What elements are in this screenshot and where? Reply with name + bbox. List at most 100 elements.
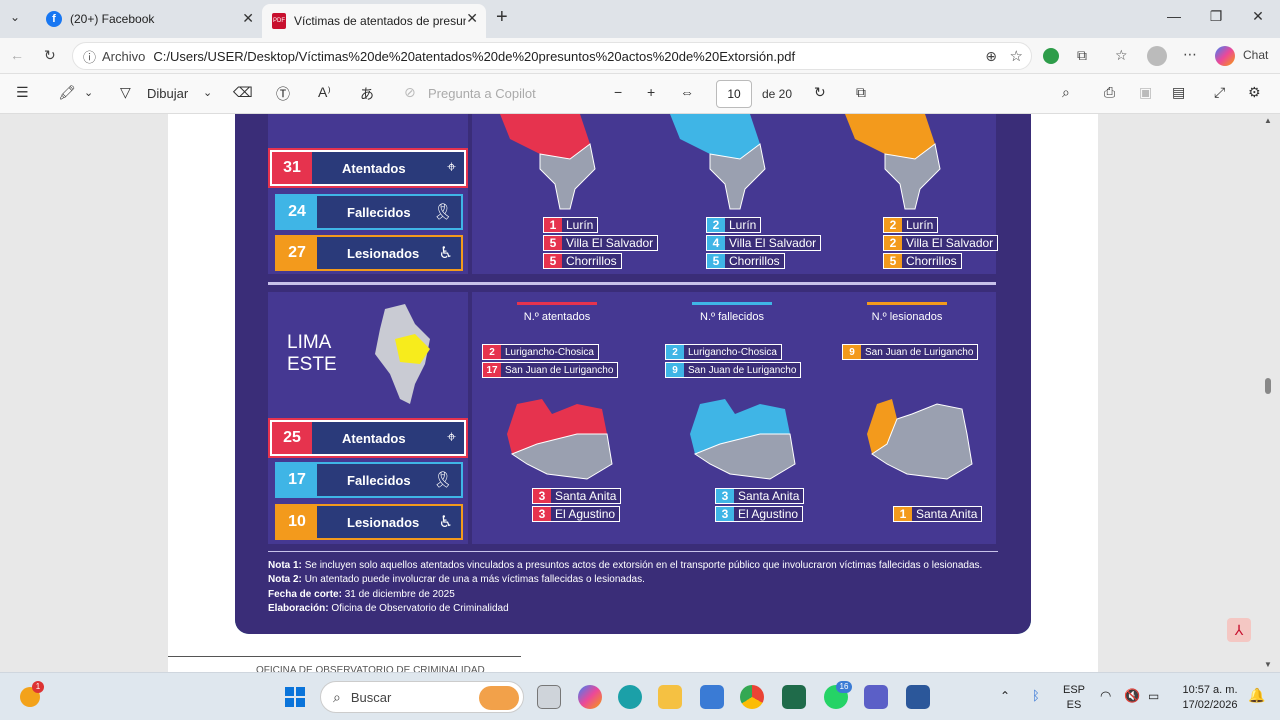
close-window-icon[interactable]: ✕ (1238, 8, 1278, 25)
map-lima-sur-attacks (500, 114, 596, 210)
app-green-icon[interactable] (782, 685, 806, 709)
page-total: de 20 (762, 87, 793, 101)
tag-label: Chorrillos (725, 254, 784, 268)
scroll-thumb[interactable] (1265, 378, 1271, 394)
zoom-in-icon[interactable]: + (647, 84, 655, 100)
favorites-icon[interactable]: ☆ (1115, 47, 1128, 64)
copilot-prompt-icon[interactable]: ⊘ (404, 84, 416, 101)
tab-facebook[interactable]: f (20+) Facebook ✕ (36, 4, 262, 34)
tag-value: 1 (544, 218, 562, 232)
chat-button[interactable]: Chat (1243, 48, 1268, 62)
tag-value: 5 (707, 254, 725, 268)
tab-pdf[interactable]: PDF Víctimas de atentados de presunto ✕ (262, 4, 486, 38)
header-deaths: N.º fallecidos (652, 302, 812, 323)
district-tag: 3 El Agustino (715, 506, 804, 522)
clock[interactable]: 10:57 a. m. 17/02/2026 (1178, 683, 1242, 713)
fullscreen-icon[interactable]: ⤢ (1214, 84, 1225, 101)
tag-value: 17 (483, 363, 501, 377)
task-view-icon[interactable] (537, 685, 561, 709)
text-box-icon[interactable]: Ⓣ (276, 84, 290, 104)
profile-avatar[interactable] (1147, 46, 1167, 66)
read-aloud-icon[interactable]: A⁾ (318, 84, 331, 101)
tag-label: Santa Anita (551, 489, 621, 503)
bluetooth-icon[interactable]: ᛒ (1032, 688, 1040, 703)
highlight-icon[interactable]: 🖍 (58, 84, 76, 101)
save-icon[interactable]: ▣ (1139, 84, 1152, 101)
extension-green-icon[interactable] (1043, 48, 1059, 64)
stat-label: Atentados (312, 152, 464, 184)
page-footer-rule (168, 656, 521, 657)
tag-value: 4 (707, 236, 725, 250)
district-tag: 5 Chorrillos (706, 253, 785, 269)
tag-label: Chorrillos (562, 254, 621, 268)
zoom-icon[interactable]: ⊕ (985, 48, 997, 65)
tab-actions-chevron-icon[interactable]: ⌄ (10, 10, 20, 24)
map-lima-sur-deaths (670, 114, 766, 210)
injured-person-icon: ♿ (438, 245, 453, 262)
notifications-bell-icon[interactable]: 🔔 (1248, 687, 1265, 704)
start-windows-icon[interactable] (285, 687, 305, 707)
new-tab-button[interactable]: + (496, 6, 508, 29)
favorite-star-icon[interactable]: ☆ (1010, 47, 1023, 65)
search-placeholder: Buscar (350, 689, 392, 705)
tag-value: 2 (707, 218, 725, 232)
wifi-icon[interactable]: ◠ (1100, 688, 1111, 704)
word-icon[interactable] (906, 685, 930, 709)
settings-gear-icon[interactable]: ⚙ (1248, 84, 1261, 101)
district-tag: 9 San Juan de Lurigancho (665, 362, 802, 378)
copilot-app-icon[interactable] (578, 685, 602, 709)
time: 10:57 a. m. (1182, 684, 1238, 696)
zoom-out-icon[interactable]: − (614, 84, 622, 100)
chevron-down-icon[interactable]: ⌄ (203, 86, 212, 99)
edge-icon[interactable] (618, 685, 642, 709)
draw-button[interactable]: Dibujar (147, 86, 188, 101)
page-view-icon[interactable]: ⧉ (856, 84, 866, 101)
minimize-icon[interactable]: — (1154, 8, 1194, 24)
store-icon[interactable] (700, 685, 724, 709)
page-number-input[interactable]: 10 (716, 80, 752, 108)
note-text: Oficina de Observatorio de Criminalidad (331, 603, 509, 614)
close-tab-icon[interactable]: ✕ (466, 10, 478, 27)
show-hidden-icons[interactable]: ⌃ (1000, 689, 1010, 703)
extensions-icon[interactable]: ⧉ (1077, 47, 1087, 64)
tag-value: 3 (533, 507, 551, 521)
more-menu-icon[interactable]: ⋯ (1183, 46, 1197, 63)
scroll-up-icon[interactable]: ▲ (1264, 116, 1272, 125)
contents-icon[interactable]: ☰ (16, 84, 29, 101)
teams-icon[interactable] (864, 685, 888, 709)
language-indicator[interactable]: ESP ES (1060, 683, 1088, 713)
maximize-icon[interactable]: ❐ (1196, 8, 1236, 25)
chevron-down-icon[interactable]: ⌄ (84, 86, 93, 99)
eraser-icon[interactable]: ⌫ (233, 84, 253, 101)
header-injured: N.º lesionados (827, 302, 987, 323)
copilot-icon[interactable] (1215, 46, 1235, 66)
stat-value: 17 (277, 464, 317, 496)
battery-icon[interactable]: ▭ (1148, 689, 1159, 703)
vertical-scrollbar[interactable]: ▲ ▼ (1262, 114, 1274, 672)
refresh-icon[interactable]: ↻ (44, 47, 56, 64)
search-highlight-icon (479, 686, 519, 710)
district-tag: 2 Lurigancho-Chosica (482, 344, 599, 360)
tag-label: Villa El Salvador (562, 236, 658, 250)
search-icon[interactable]: ⌕ (1062, 84, 1070, 101)
close-tab-icon[interactable]: ✕ (242, 10, 254, 27)
tag-value: 5 (544, 254, 562, 268)
url-text: C:/Users/USER/Desktop/Víctimas%20de%20at… (153, 48, 796, 64)
url-field[interactable]: ⓘ Archivo C:/Users/USER/Desktop/Víctimas… (72, 42, 1032, 70)
file-explorer-icon[interactable] (658, 685, 682, 709)
adobe-acrobat-icon[interactable]: ⅄ (1227, 618, 1251, 642)
stat-label: Atentados (312, 422, 464, 454)
save-as-icon[interactable]: ▤ (1172, 84, 1185, 101)
draw-icon[interactable]: ▽ (120, 84, 131, 101)
volume-muted-icon[interactable]: 🔇 (1124, 688, 1140, 704)
back-icon[interactable]: ← (10, 47, 24, 63)
translate-icon[interactable]: あ (360, 84, 374, 104)
copilot-prompt[interactable]: Pregunta a Copilot (428, 86, 536, 101)
tag-value: 1 (894, 507, 912, 521)
print-icon[interactable]: ⎙ (1104, 84, 1115, 101)
taskbar-search[interactable]: ⌕ Buscar (320, 681, 524, 713)
fit-page-icon[interactable]: ⇔ (680, 84, 694, 100)
chrome-icon[interactable] (740, 685, 764, 709)
rotate-icon[interactable]: ↻ (814, 84, 826, 101)
scroll-down-icon[interactable]: ▼ (1264, 660, 1272, 669)
